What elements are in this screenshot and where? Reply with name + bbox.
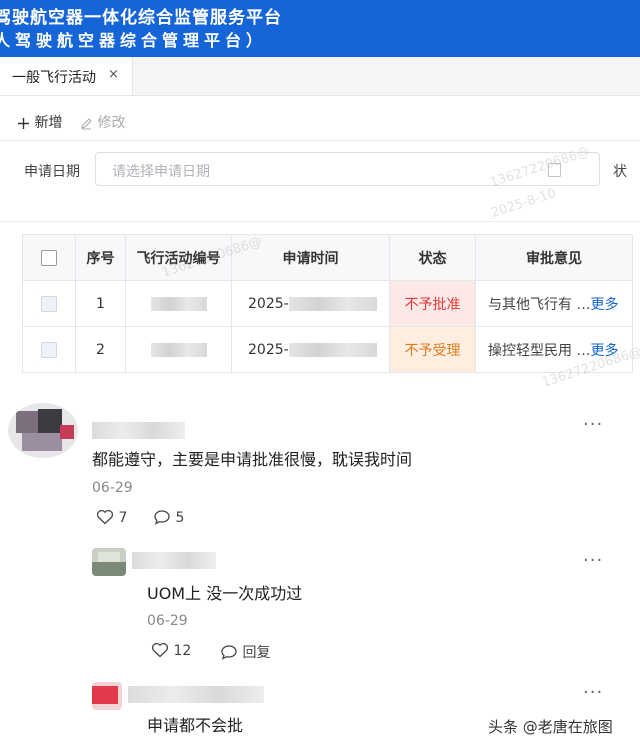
like-count: 12 xyxy=(173,643,192,659)
flight-activity-table: 序号 飞行活动编号 申请时间 状态 审批意见 1 2025- 不予批准 与其他飞… xyxy=(22,234,633,373)
source-credit: 头条 @老唐在旅图 xyxy=(488,718,613,736)
reply-button[interactable]: 5 xyxy=(153,509,184,529)
row-index: 2 xyxy=(75,326,126,373)
row-checkbox[interactable] xyxy=(41,341,57,358)
pencil-icon xyxy=(80,117,93,134)
watermark: 2025-8-10 xyxy=(489,185,558,222)
apply-time: 2025- xyxy=(248,341,289,358)
tab-bar: 一般飞行活动 × xyxy=(0,57,640,96)
comment-icon xyxy=(153,509,171,529)
like-button[interactable]: 12 xyxy=(151,642,191,662)
opinion-text: 与其他飞行有 … xyxy=(488,296,591,313)
tab-general-flight[interactable]: 一般飞行活动 × xyxy=(0,57,133,95)
redacted-username xyxy=(132,552,216,569)
select-all-checkbox[interactable] xyxy=(41,249,57,266)
table-row[interactable]: 1 2025- 不予批准 与其他飞行有 …更多 xyxy=(22,280,633,327)
comment-date: 06-29 xyxy=(92,480,133,496)
heart-icon xyxy=(151,642,169,662)
redacted-blur xyxy=(150,296,207,311)
divider xyxy=(0,221,640,222)
opinion-text: 操控轻型民用 … xyxy=(488,342,591,359)
toolbar: 新增 修改 xyxy=(0,104,640,138)
row-checkbox-cell[interactable] xyxy=(22,280,76,327)
avatar[interactable] xyxy=(92,548,126,576)
redacted-username xyxy=(92,422,185,439)
activity-id-cell xyxy=(125,326,232,373)
col-index: 序号 xyxy=(75,234,126,281)
heart-icon xyxy=(96,509,114,529)
col-opinion: 审批意见 xyxy=(475,234,633,281)
reply-label: 回复 xyxy=(242,645,271,661)
banner-title: 驾驶航空器一体化综合监管服务平台 xyxy=(0,8,282,28)
col-status: 状态 xyxy=(389,234,476,281)
redacted-blur xyxy=(150,342,207,357)
activity-id-cell xyxy=(125,280,232,327)
filter-status-label: 状 xyxy=(613,164,627,180)
app-banner: 驾驶航空器一体化综合监管服务平台 人驾驶航空器综合管理平台） xyxy=(0,0,640,57)
more-options-icon[interactable]: ··· xyxy=(583,550,603,571)
comment-icon xyxy=(220,644,238,664)
avatar[interactable] xyxy=(8,403,78,458)
edit-button[interactable]: 修改 xyxy=(80,112,125,134)
apply-time-cell: 2025- xyxy=(231,326,390,373)
add-button[interactable]: 新增 xyxy=(17,112,62,134)
comment-date: 06-29 xyxy=(147,613,188,629)
apply-time-cell: 2025- xyxy=(231,280,390,327)
more-link[interactable]: 更多 xyxy=(590,297,618,313)
redacted-blur xyxy=(288,342,377,357)
status-badge: 不予批准 xyxy=(389,280,476,327)
comment-text: 申请都不会批 xyxy=(147,716,244,735)
row-checkbox-cell[interactable] xyxy=(22,326,76,373)
add-label: 新增 xyxy=(34,115,63,131)
status-badge: 不予受理 xyxy=(389,326,476,373)
reply-button[interactable]: 回复 xyxy=(220,642,270,664)
avatar[interactable] xyxy=(92,682,122,710)
table-row[interactable]: 2 2025- 不予受理 操控轻型民用 …更多 xyxy=(22,326,633,373)
reply-count: 5 xyxy=(175,510,185,526)
table-header-row: 序号 飞行活动编号 申请时间 状态 审批意见 xyxy=(22,234,633,281)
comment-text: UOM上 没一次成功过 xyxy=(147,584,303,603)
apply-time: 2025- xyxy=(248,295,289,312)
plus-icon xyxy=(17,117,30,134)
close-icon[interactable]: × xyxy=(108,67,119,82)
select-all-cell[interactable] xyxy=(22,234,76,281)
banner-subtitle: 人驾驶航空器综合管理平台） xyxy=(0,31,268,50)
opinion-cell: 与其他飞行有 …更多 xyxy=(475,280,633,327)
tab-label: 一般飞行活动 xyxy=(12,70,96,86)
like-count: 7 xyxy=(118,510,128,526)
like-button[interactable]: 7 xyxy=(96,509,127,529)
row-index: 1 xyxy=(75,280,126,327)
row-checkbox[interactable] xyxy=(41,295,57,312)
date-placeholder: 请选择申请日期 xyxy=(112,164,210,180)
edit-label: 修改 xyxy=(97,115,126,131)
divider xyxy=(0,140,640,141)
redacted-username xyxy=(128,686,264,703)
more-options-icon[interactable]: ··· xyxy=(583,682,603,703)
filter-date-label: 申请日期 xyxy=(24,164,80,180)
comment-text: 都能遵守，主要是申请批准很慢，耽误我时间 xyxy=(92,450,413,469)
more-options-icon[interactable]: ··· xyxy=(583,414,603,435)
redacted-blur xyxy=(288,296,377,311)
